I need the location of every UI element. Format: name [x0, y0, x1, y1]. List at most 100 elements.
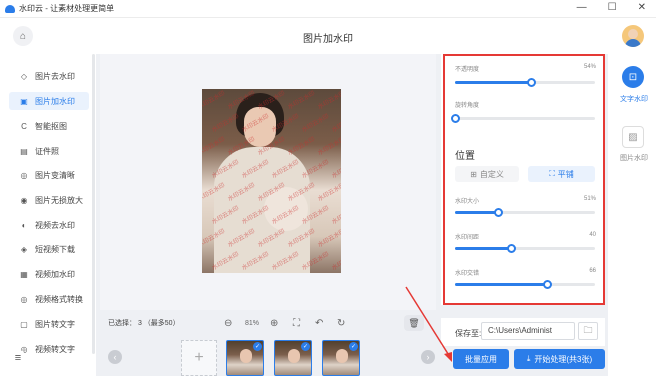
- trash-icon: 🗑: [408, 317, 420, 328]
- stagger-slider[interactable]: [455, 280, 595, 289]
- opacity-slider[interactable]: [455, 78, 595, 87]
- batch-apply-button[interactable]: 批量应用: [453, 349, 509, 369]
- window-controls: — ☐ ✕: [577, 2, 646, 13]
- folder-icon: 🗀: [583, 325, 593, 335]
- sidebar-item-label: 视频格式转换: [35, 294, 83, 304]
- sidebar-item[interactable]: ◐ 视频去水印: [9, 216, 89, 234]
- sidebar-item[interactable]: ◉ 图片无损放大: [9, 191, 89, 209]
- cutout-icon: C: [21, 121, 27, 131]
- sidebar-item[interactable]: ◎ 图片变清晰: [9, 166, 89, 184]
- watermark-text: 水印云水印: [287, 90, 317, 111]
- grid-icon: ⊞: [470, 169, 477, 179]
- zoom-level: 81%: [245, 319, 260, 327]
- page-title: 图片加水印: [303, 34, 353, 45]
- next-arrow-icon[interactable]: ›: [421, 350, 435, 364]
- maximize-button[interactable]: ☐: [608, 2, 617, 13]
- thumbnail-strip: ‹ + ✓ ✓ ✓ ›: [100, 336, 436, 376]
- spacing-slider[interactable]: [455, 244, 595, 253]
- position-title: 位置: [455, 151, 475, 162]
- user-avatar[interactable]: [622, 25, 644, 47]
- prev-arrow-icon[interactable]: ‹: [108, 350, 122, 364]
- check-icon: ✓: [349, 342, 358, 351]
- opacity-label: 不透明度: [455, 67, 480, 73]
- preview-toolbar: 已选择： 3 （最多50） ⊖ 81% ⊕ ⛶ ↶ ↻ 🗑: [100, 313, 436, 333]
- size-label: 水印大小: [455, 199, 480, 205]
- sidebar-item[interactable]: ▤ 证件照: [9, 142, 89, 160]
- tile-icon: ⛶: [549, 169, 555, 178]
- sidebar-scrollbar[interactable]: [92, 54, 95, 354]
- sidebar-item[interactable]: ▣ 图片加水印: [9, 92, 89, 110]
- refresh-icon[interactable]: ↻: [337, 318, 345, 329]
- id-photo-icon: ▤: [20, 146, 28, 156]
- tile-position-button[interactable]: ⛶ 平铺: [528, 166, 595, 182]
- text-watermark-icon[interactable]: ⊡: [622, 66, 644, 88]
- spacing-label: 水印间距: [455, 235, 480, 241]
- sidebar-item[interactable]: ◇ 图片去水印: [9, 67, 89, 85]
- upscale-icon: ◉: [20, 195, 28, 205]
- watermark-text: 水印云水印: [317, 228, 341, 249]
- delete-button[interactable]: 🗑: [404, 315, 424, 331]
- sidebar-item[interactable]: ▢ 图片转文字: [9, 315, 89, 333]
- check-icon: ✓: [301, 342, 310, 351]
- selected-count: 已选择： 3 （最多50）: [108, 320, 180, 327]
- close-button[interactable]: ✕: [638, 2, 646, 13]
- watermark-text: 水印云水印: [331, 159, 341, 180]
- sidebar-item[interactable]: ◎ 视频格式转换: [9, 290, 89, 308]
- stagger-value: 66: [589, 268, 596, 274]
- sidebar-item-label: 证件照: [35, 146, 59, 156]
- video-watermark-icon: ▦: [20, 269, 28, 279]
- save-label: 保存至:: [455, 329, 482, 338]
- hamburger-icon: ≡: [14, 352, 22, 364]
- watermark-text: 水印云水印: [301, 159, 331, 180]
- undo-icon[interactable]: ↶: [315, 318, 323, 329]
- sidebar-item-label: 短视频下载: [35, 244, 75, 254]
- check-icon: ✓: [253, 342, 262, 351]
- custom-position-button[interactable]: ⊞ 自定义: [455, 166, 519, 182]
- sidebar-item[interactable]: ▦ 视频加水印: [9, 265, 89, 283]
- convert-icon: ◎: [20, 294, 28, 304]
- zoom-in-icon[interactable]: ⊕: [270, 318, 278, 329]
- stagger-label: 水印交错: [455, 271, 480, 277]
- image-watermark-icon: ▣: [20, 96, 28, 106]
- preview-photo: 水印云水印 水印云水印 水印云水印 水印云水印 水印云水印 水印云水印 水印云水印 水印云水印…: [202, 89, 341, 273]
- video-eraser-icon: ◐: [21, 220, 27, 230]
- watermark-text: 水印云水印: [202, 136, 227, 157]
- watermark-text: 水印云水印: [331, 113, 341, 134]
- sidebar-item-label: 视频转文字: [35, 344, 75, 354]
- browse-folder-button[interactable]: 🗀: [578, 322, 598, 340]
- watermark-text: 水印云水印: [331, 205, 341, 226]
- thumbnail[interactable]: ✓: [274, 340, 312, 376]
- sidebar-item-label: 图片去水印: [35, 71, 75, 81]
- watermark-text: 水印云水印: [317, 136, 341, 157]
- add-image-button[interactable]: +: [181, 340, 217, 376]
- image-watermark-icon[interactable]: ▨: [622, 126, 644, 148]
- watermark-text: 水印云水印: [317, 182, 341, 203]
- sidebar-item-label: 视频去水印: [35, 220, 75, 230]
- thumbnail[interactable]: ✓: [226, 340, 264, 376]
- minimize-button[interactable]: —: [577, 2, 587, 13]
- opacity-value: 54%: [583, 64, 596, 70]
- sidebar-item-label: 智能抠图: [35, 121, 67, 131]
- fit-screen-icon[interactable]: ⛶: [293, 318, 300, 329]
- text-watermark-tab[interactable]: 文字水印: [612, 94, 656, 104]
- menu-button[interactable]: ≡: [10, 350, 26, 366]
- sidebar-item-label: 图片变清晰: [35, 170, 75, 180]
- start-button[interactable]: ⤓ 开始处理(共3张): [514, 349, 605, 369]
- sidebar-item-label: 视频加水印: [35, 269, 75, 279]
- sidebar-item[interactable]: ◈ 短视频下载: [9, 240, 89, 258]
- zoom-out-icon[interactable]: ⊖: [224, 318, 232, 329]
- sidebar-item-label: 图片加水印: [35, 96, 75, 106]
- window-title: 水印云 - 让素材处理更简单: [19, 4, 115, 13]
- sidebar-item-label: 图片无损放大: [35, 195, 83, 205]
- thumbnail[interactable]: ✓: [322, 340, 360, 376]
- save-path-input[interactable]: C:\Users\Administ: [481, 322, 575, 340]
- rotation-slider[interactable]: [451, 114, 595, 123]
- download-icon: ◈: [20, 244, 28, 254]
- sidebar-item[interactable]: C 智能抠图: [9, 117, 89, 135]
- ocr-icon: ▢: [20, 319, 28, 329]
- size-slider[interactable]: [455, 208, 595, 217]
- download-icon: ⤓: [526, 354, 531, 363]
- size-value: 51%: [583, 196, 596, 202]
- cloud-logo-icon: [5, 4, 15, 13]
- image-watermark-tab[interactable]: 图片水印: [612, 153, 656, 163]
